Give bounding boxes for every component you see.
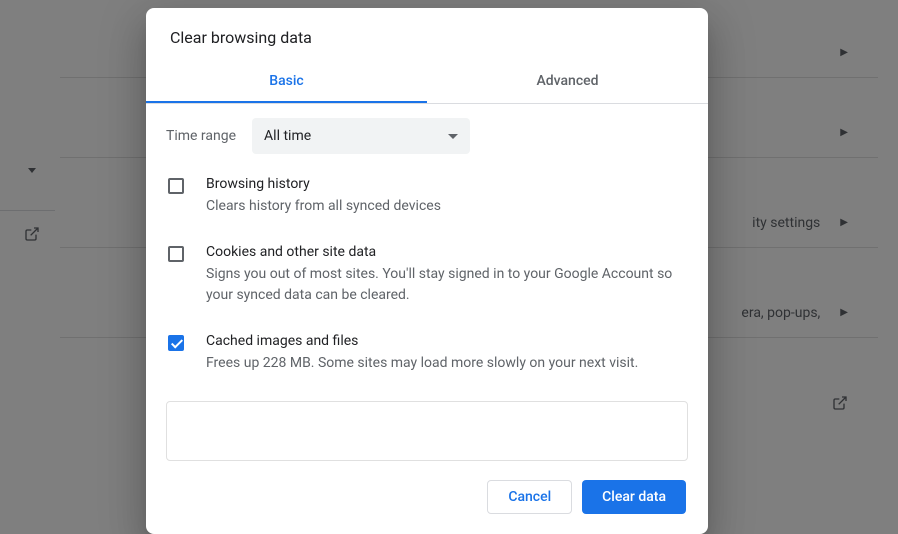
dialog-tabs: Basic Advanced [146,61,708,104]
dialog-body[interactable]: Time range All time Browsing history Cle… [146,104,708,462]
option-title: Cached images and files [206,333,688,349]
option-title: Cookies and other site data [206,244,688,260]
option-description: Frees up 228 MB. Some sites may load mor… [206,353,688,373]
option-cookies: Cookies and other site data Signs you ou… [166,244,688,305]
checkbox-cached-images[interactable] [168,335,184,351]
option-browsing-history: Browsing history Clears history from all… [166,176,688,216]
option-cached-images: Cached images and files Frees up 228 MB.… [166,333,688,373]
option-description: Signs you out of most sites. You'll stay… [206,264,688,305]
tab-basic[interactable]: Basic [146,61,427,103]
dialog-footer: Cancel Clear data [146,462,708,534]
option-text: Cookies and other site data Signs you ou… [206,244,688,305]
checkbox-cookies[interactable] [168,246,184,262]
time-range-select[interactable]: All time [252,118,470,154]
option-text: Browsing history Clears history from all… [206,176,688,216]
clear-browsing-data-dialog: Clear browsing data Basic Advanced Time … [146,8,708,534]
option-description: Clears history from all synced devices [206,196,688,216]
option-title: Browsing history [206,176,688,192]
time-range-row: Time range All time [166,118,688,154]
checkbox-browsing-history[interactable] [168,178,184,194]
info-box [166,401,688,461]
time-range-value: All time [264,128,311,144]
clear-data-button[interactable]: Clear data [582,480,686,514]
option-text: Cached images and files Frees up 228 MB.… [206,333,688,373]
cancel-button[interactable]: Cancel [487,480,572,514]
tab-advanced[interactable]: Advanced [427,61,708,103]
caret-down-icon [448,134,458,139]
dialog-title: Clear browsing data [146,8,708,61]
time-range-label: Time range [166,128,236,144]
